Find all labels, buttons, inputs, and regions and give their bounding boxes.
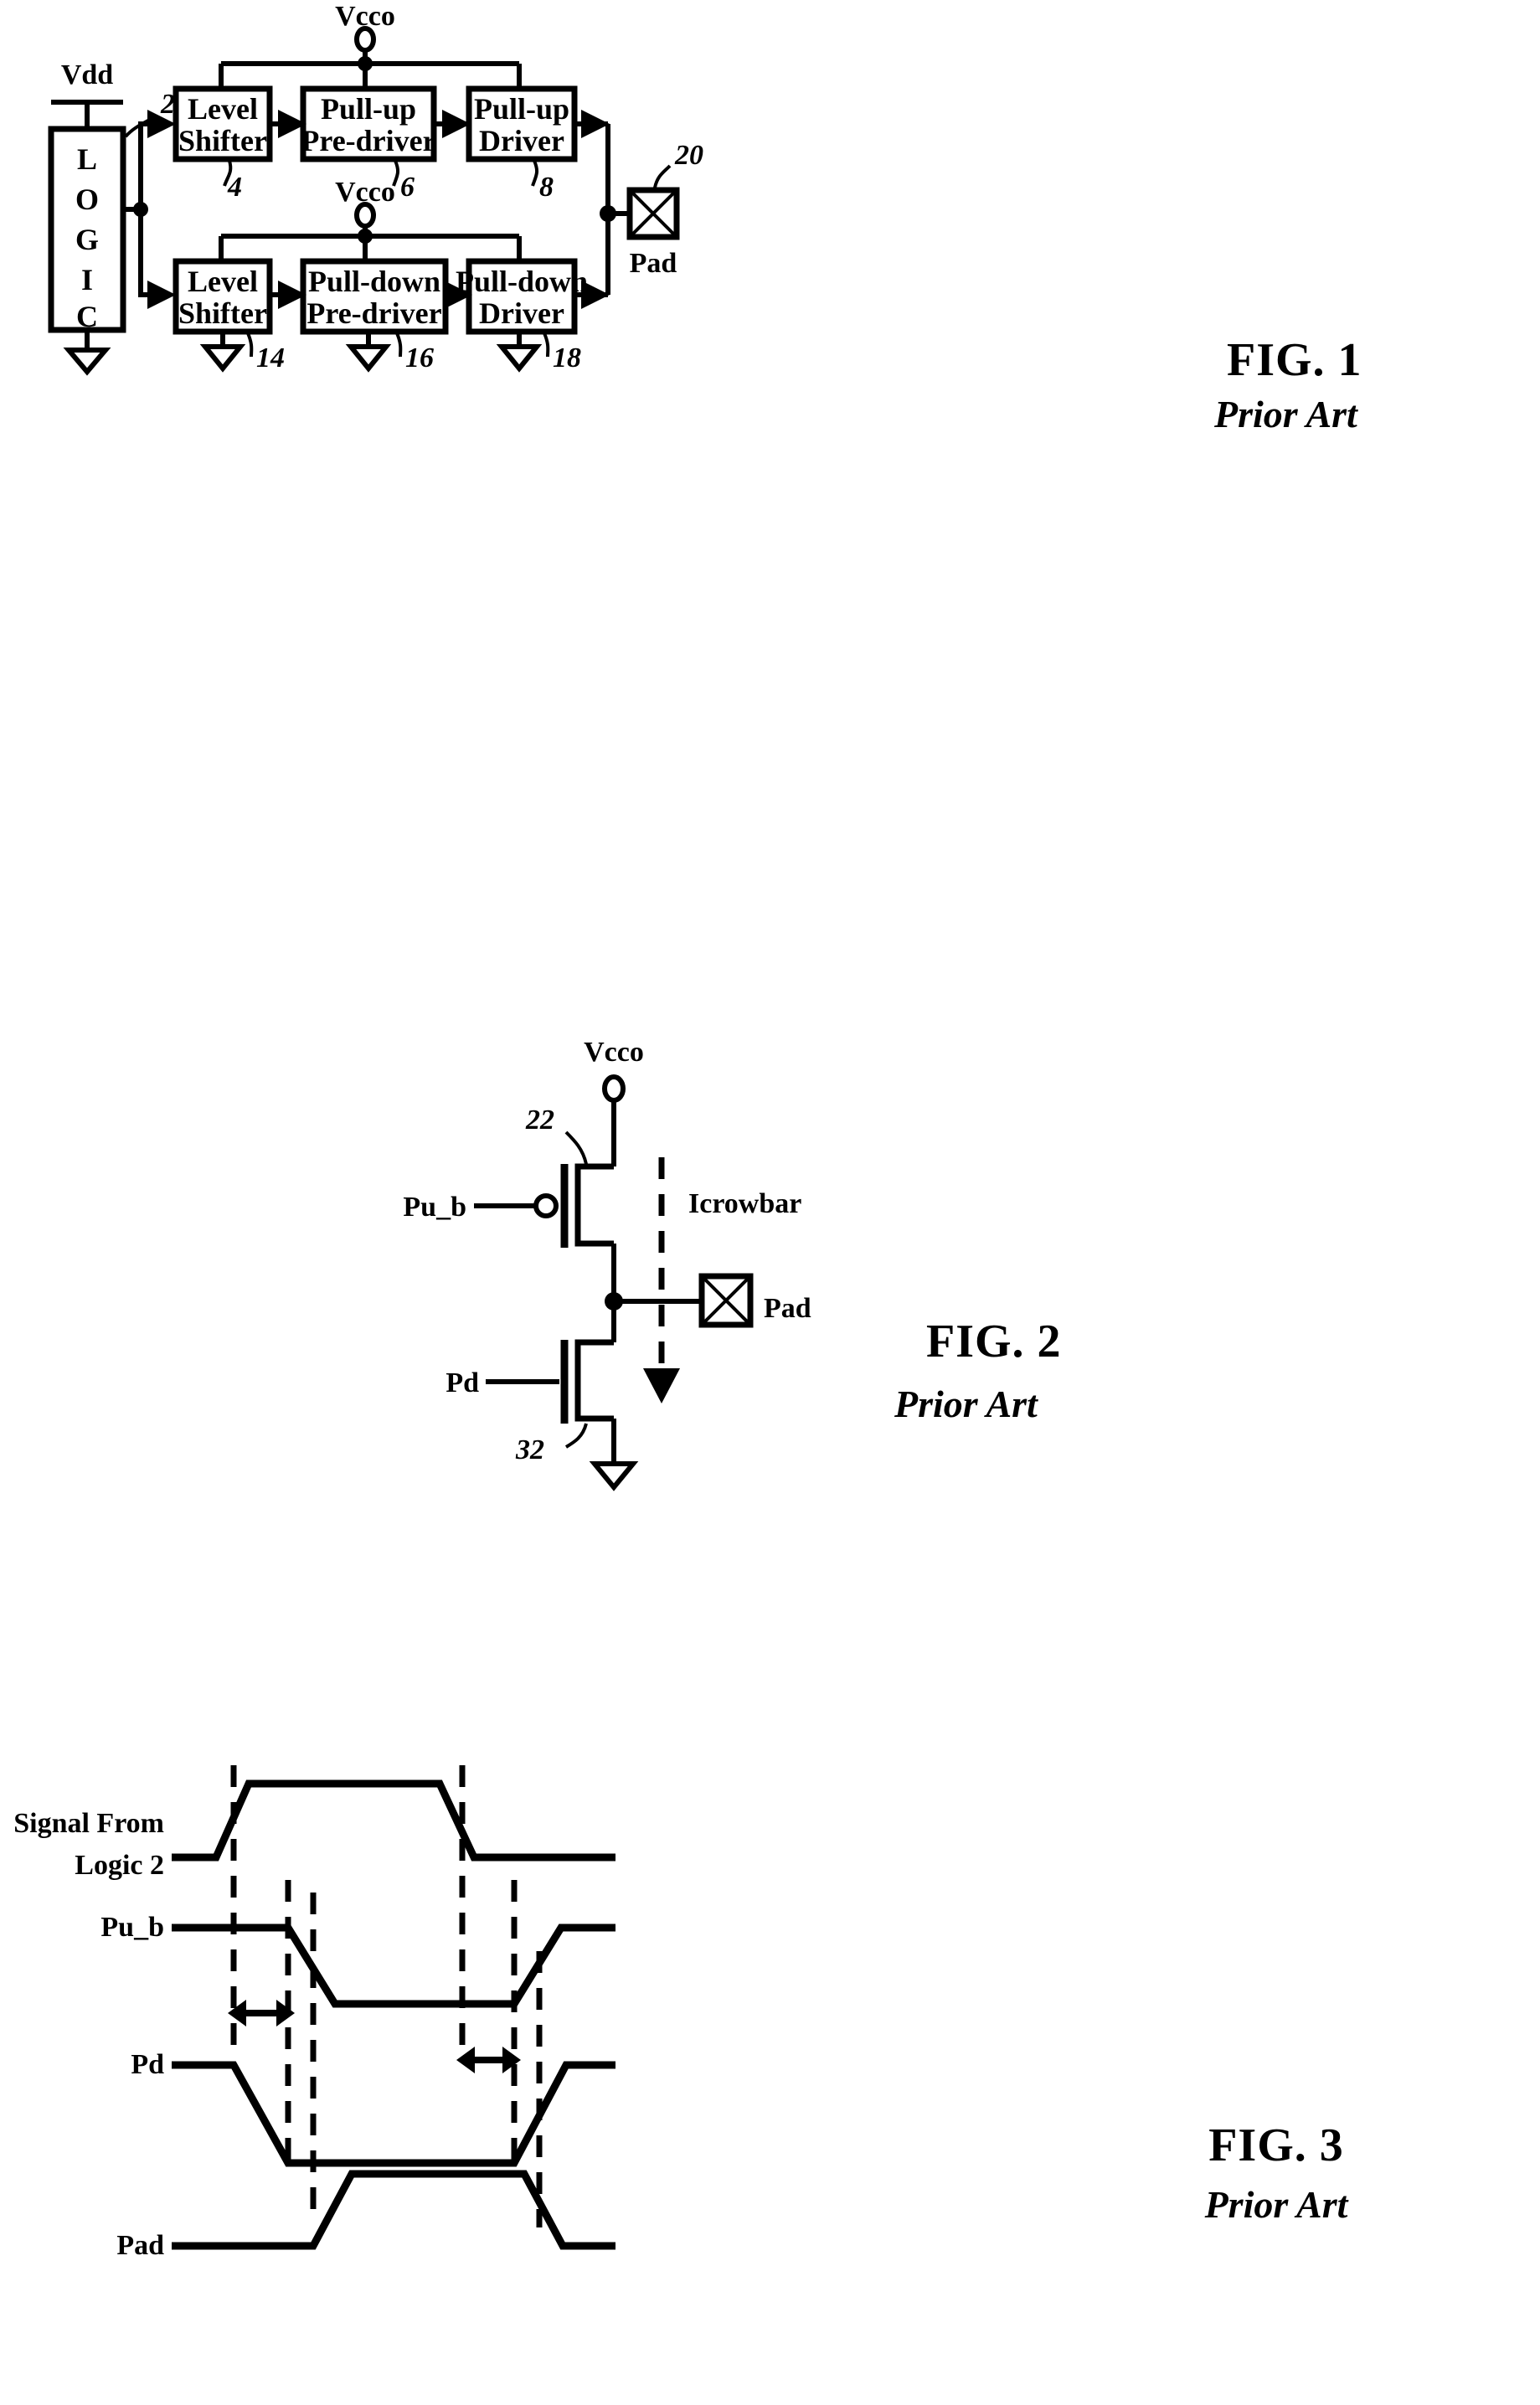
block-pullup-predriver-line1: Pull-up xyxy=(321,92,416,126)
ref-18-leader xyxy=(543,332,550,358)
block-level-shifter-lower-line1: Level xyxy=(188,265,258,298)
pmos-drain-path xyxy=(574,1201,614,1247)
vcco-terminal-upper xyxy=(354,26,376,53)
arrow-pdn-driver-out xyxy=(581,281,610,309)
branch-to-upper-path xyxy=(138,121,166,209)
ref-22-leader xyxy=(564,1130,588,1165)
icrowbar-arrowhead xyxy=(643,1368,680,1403)
ref-16: 16 xyxy=(405,342,434,373)
block-pulldown-predriver-line1: Pull-down xyxy=(308,265,440,298)
logic-letter-i: I xyxy=(81,263,93,296)
ground-symbol-logic xyxy=(63,348,111,376)
figure-1-title: FIG. 1 xyxy=(1227,334,1362,386)
pad-label-fig1: Pad xyxy=(630,248,677,279)
logic-letter-g: G xyxy=(75,223,99,256)
ref-2: 2 xyxy=(160,89,175,120)
pad-label-fig3: Pad xyxy=(116,2230,164,2261)
block-pullup-predriver-line2: Pre-driver xyxy=(301,124,435,157)
logic-letter-o: O xyxy=(75,183,99,216)
pmos-inversion-bubble xyxy=(533,1193,559,1218)
icrowbar-label: Icrowbar xyxy=(688,1188,801,1219)
pad-label-fig2: Pad xyxy=(764,1293,811,1324)
figure-2-group: Vcco Pu_b 22 Pad Icrowbar Pd 32 FIG. 2 P… xyxy=(403,1037,1062,1491)
ground-symbol-level-shifter-lower xyxy=(199,344,246,373)
overlap-interval-1-arrow-left xyxy=(228,2000,246,2026)
pd-label-fig3: Pd xyxy=(131,2049,164,2080)
figure-2-subtitle: Prior Art xyxy=(894,1383,1038,1425)
block-pullup-driver-line1: Pull-up xyxy=(474,92,569,126)
waveform-pu-b xyxy=(172,1923,615,2008)
vcco-label-fig2: Vcco xyxy=(584,1037,644,1068)
block-pullup-driver-line2: Driver xyxy=(479,124,564,157)
ref-14: 14 xyxy=(256,342,285,373)
waveform-pd xyxy=(172,2061,615,2167)
block-pulldown-predriver-line2: Pre-driver xyxy=(306,296,441,330)
ref-32-leader xyxy=(564,1423,588,1449)
figure-3-group: Signal From Logic 2 Pu_b Pd Pad FIG. 3 P… xyxy=(13,1765,1349,2261)
block-pulldown-driver-line1: Pull-down xyxy=(456,265,588,298)
block-level-shifter-upper-line1: Level xyxy=(188,92,258,126)
ref-8-leader xyxy=(531,160,539,187)
block-pulldown-driver-line2: Driver xyxy=(479,296,564,330)
signal-from-logic-label-line1: Signal From xyxy=(13,1808,164,1839)
ref-6: 6 xyxy=(400,172,415,203)
pmos-source-path xyxy=(574,1163,614,1201)
pd-label-fig2: Pd xyxy=(446,1367,479,1398)
ref-18: 18 xyxy=(553,342,581,373)
waveform-signal-from-logic xyxy=(172,1779,615,1862)
ref-20: 20 xyxy=(674,140,703,171)
ref-22: 22 xyxy=(525,1105,554,1136)
ref-14-leader xyxy=(246,332,254,358)
logic-letter-l: L xyxy=(77,142,97,176)
ref-32: 32 xyxy=(515,1434,544,1465)
ground-symbol-fig2 xyxy=(589,1461,639,1491)
figure-1-group: Vdd L O G I C 2 Vcco Level Shifter 4 Pul… xyxy=(48,1,1362,435)
arrow-pup-driver-out xyxy=(581,110,610,138)
ground-symbol-pulldown-driver xyxy=(496,344,543,373)
branch-to-lower-path xyxy=(138,209,166,297)
ref-16-leader xyxy=(395,332,403,358)
ref-20-leader xyxy=(653,164,672,188)
signal-from-logic-label-line2: Logic 2 xyxy=(75,1850,164,1881)
arrow-into-level-shifter-lower xyxy=(147,281,176,309)
figure-1-subtitle: Prior Art xyxy=(1213,393,1358,435)
vdd-label: Vdd xyxy=(61,59,113,90)
pu-b-label-fig3: Pu_b xyxy=(100,1912,164,1943)
ref-8: 8 xyxy=(539,172,554,203)
patent-drawing-sheet: Vdd L O G I C 2 Vcco Level Shifter 4 Pul… xyxy=(0,0,1540,2405)
vcco-terminal-lower xyxy=(354,202,376,229)
nmos-drain-path xyxy=(574,1339,614,1377)
ground-symbol-pulldown-predriver xyxy=(345,344,392,373)
figure-3-subtitle: Prior Art xyxy=(1204,2183,1349,2226)
ref-4: 4 xyxy=(227,172,242,203)
waveform-pad xyxy=(172,2170,615,2250)
logic-letter-c: C xyxy=(76,300,98,333)
pu-b-label-fig2: Pu_b xyxy=(403,1192,466,1223)
block-level-shifter-upper-line2: Shifter xyxy=(178,124,267,157)
figure-2-title: FIG. 2 xyxy=(926,1316,1062,1367)
drawing-canvas: Vdd L O G I C 2 Vcco Level Shifter 4 Pul… xyxy=(13,1,1362,2261)
figure-3-title: FIG. 3 xyxy=(1208,2119,1344,2171)
block-level-shifter-lower-line2: Shifter xyxy=(178,296,267,330)
nmos-source-path xyxy=(574,1377,614,1422)
overlap-interval-2-arrow-left xyxy=(456,2047,475,2073)
vcco-terminal-fig2 xyxy=(602,1074,626,1103)
